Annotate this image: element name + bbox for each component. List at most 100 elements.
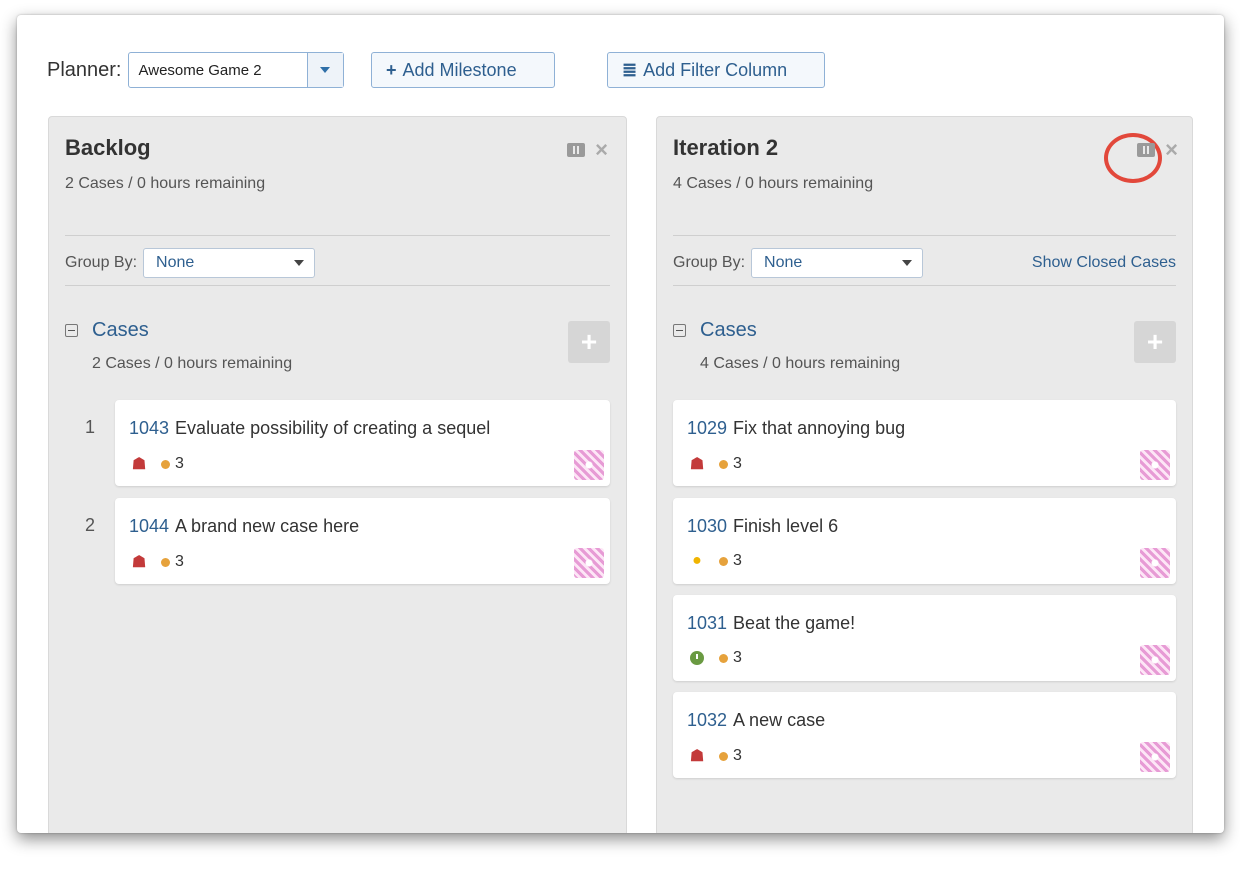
lightbulb-icon: ● [692, 552, 702, 569]
divider [673, 235, 1176, 236]
milestone-column-iteration-2: Iteration 2 4 Cases / 0 hours remaining … [656, 116, 1193, 833]
add-filter-column-label: Add Filter Column [643, 59, 788, 80]
planner-select-toggle[interactable] [306, 53, 343, 87]
case-id[interactable]: 1029 [687, 418, 727, 438]
case-estimate: 3 [733, 455, 742, 472]
avatar [574, 548, 604, 578]
cases-section-header[interactable]: Cases [673, 319, 757, 342]
case-title[interactable]: 1030 Finish level 6 [687, 516, 838, 537]
group-by-value: None [156, 254, 195, 271]
case-card[interactable]: 1030 Finish level 6 ● 3 [673, 498, 1176, 584]
avatar [1140, 742, 1170, 772]
divider [65, 285, 610, 286]
bug-icon: ☗ [689, 748, 705, 765]
case-meta: ☗ 3 [687, 454, 742, 474]
estimate-dot-icon [161, 557, 170, 567]
add-case-button[interactable]: + [1134, 321, 1176, 363]
clock-icon [687, 651, 707, 665]
avatar [1140, 450, 1170, 480]
case-title-text[interactable]: Fix that annoying bug [733, 418, 905, 438]
case-meta: ● 3 [687, 552, 742, 570]
case-id[interactable]: 1032 [687, 710, 727, 730]
case-estimate: 3 [733, 552, 742, 569]
estimate-dot-icon [719, 653, 728, 663]
case-rank: 1 [85, 417, 96, 437]
case-title-text[interactable]: Finish level 6 [733, 516, 838, 536]
cases-section-title[interactable]: Cases [92, 319, 149, 342]
case-id[interactable]: 1030 [687, 516, 727, 536]
case-meta: ☗ 3 [687, 746, 742, 766]
chevron-down-icon [902, 260, 913, 266]
case-title-text[interactable]: Evaluate possibility of creating a seque… [175, 418, 490, 438]
case-id[interactable]: 1044 [129, 516, 169, 536]
case-estimate: 3 [175, 455, 184, 472]
bug-icon: ☗ [689, 456, 705, 473]
column-title: Iteration 2 [673, 135, 779, 160]
column-title: Backlog [65, 135, 151, 160]
milestone-column-backlog: Backlog 2 Cases / 0 hours remaining × Gr… [48, 116, 627, 833]
case-title[interactable]: 1031 Beat the game! [687, 613, 855, 634]
case-card[interactable]: 1043 Evaluate possibility of creating a s… [115, 400, 610, 486]
divider [673, 285, 1176, 286]
close-icon[interactable]: × [1165, 139, 1178, 161]
case-card[interactable]: 1029 Fix that annoying bug ☗ 3 [673, 400, 1176, 486]
case-card[interactable]: 1044 A brand new case here ☗ 3 [115, 498, 610, 584]
chevron-down-icon [294, 260, 305, 266]
group-by-select[interactable]: None [143, 248, 316, 278]
list-icon: ≣ [622, 59, 638, 80]
case-card[interactable]: 1031 Beat the game! 3 [673, 595, 1176, 681]
add-filter-column-button[interactable]: ≣ Add Filter Column [607, 52, 825, 88]
column-summary: 2 Cases / 0 hours remaining [65, 175, 266, 192]
avatar [1140, 645, 1170, 675]
case-card[interactable]: 1032 A new case ☗ 3 [673, 692, 1176, 778]
planner-label: Planner: [47, 58, 122, 81]
case-title-text[interactable]: A brand new case here [175, 516, 359, 536]
column-actions: × [1137, 139, 1178, 161]
case-title[interactable]: 1029 Fix that annoying bug [687, 418, 905, 439]
add-case-button[interactable]: + [568, 321, 610, 363]
group-by-label: Group By: [673, 254, 746, 271]
add-milestone-button[interactable]: + Add Milestone [371, 52, 555, 88]
group-by-select[interactable]: None [751, 248, 924, 278]
case-meta: 3 [687, 649, 742, 667]
estimate-dot-icon [719, 459, 728, 469]
show-closed-cases-link[interactable]: Show Closed Cases [1032, 254, 1176, 272]
cases-section-summary: 4 Cases / 0 hours remaining [700, 355, 901, 372]
case-title-text[interactable]: Beat the game! [733, 613, 855, 633]
cases-section-header[interactable]: Cases [65, 319, 149, 342]
columns-icon[interactable] [567, 143, 586, 157]
group-by: Group By: None [65, 248, 316, 278]
screenshot-frame: Planner: Awesome Game 2 + Add Milestone … [17, 15, 1224, 833]
estimate-dot-icon [719, 556, 728, 566]
columns-icon[interactable] [1137, 143, 1156, 157]
chevron-down-icon [320, 67, 330, 73]
case-meta: ☗ 3 [129, 454, 184, 474]
case-rank: 2 [85, 515, 96, 535]
estimate-dot-icon [719, 751, 728, 761]
add-milestone-label: Add Milestone [402, 59, 517, 80]
cases-section-summary: 2 Cases / 0 hours remaining [92, 355, 293, 372]
case-title[interactable]: 1043 Evaluate possibility of creating a s… [129, 418, 490, 439]
planner-select[interactable]: Awesome Game 2 [127, 52, 344, 88]
close-icon[interactable]: × [595, 139, 608, 161]
case-meta: ☗ 3 [129, 552, 184, 572]
avatar [574, 450, 604, 480]
estimate-dot-icon [161, 459, 170, 469]
column-summary: 4 Cases / 0 hours remaining [673, 175, 874, 192]
case-title[interactable]: 1044 A brand new case here [129, 516, 359, 537]
cases-section-title[interactable]: Cases [700, 319, 757, 342]
bug-icon: ☗ [131, 554, 147, 571]
planner-toolbar: Planner: Awesome Game 2 [47, 51, 344, 89]
case-title[interactable]: 1032 A new case [687, 710, 825, 731]
case-estimate: 3 [733, 649, 742, 666]
avatar [1140, 548, 1170, 578]
collapse-icon[interactable] [673, 324, 686, 337]
collapse-icon[interactable] [65, 324, 78, 337]
group-by-value: None [764, 254, 803, 271]
divider [65, 235, 610, 236]
case-title-text[interactable]: A new case [733, 710, 825, 730]
case-id[interactable]: 1043 [129, 418, 169, 438]
group-by-label: Group By: [65, 254, 138, 271]
case-id[interactable]: 1031 [687, 613, 727, 633]
case-estimate: 3 [175, 553, 184, 570]
